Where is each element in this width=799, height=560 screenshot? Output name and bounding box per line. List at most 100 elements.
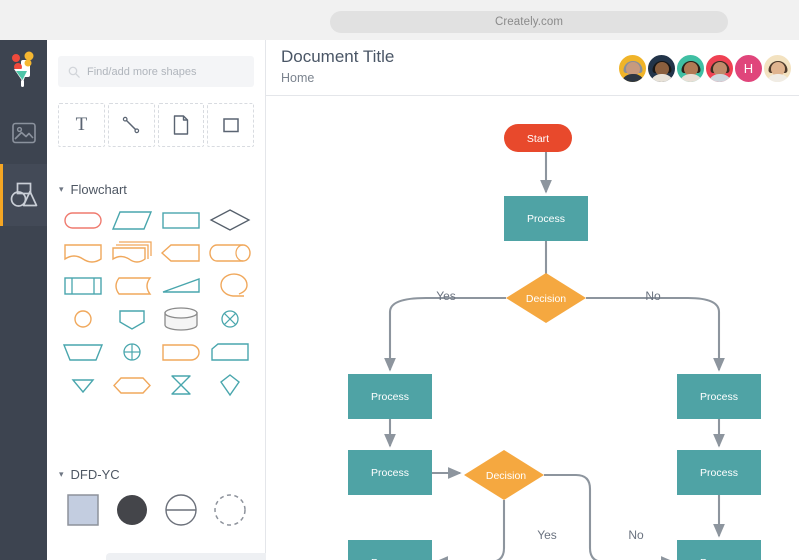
edge-d1-p2-yes <box>384 296 506 372</box>
app-root: Creately.com Find/add more shapes T ▾ Fl… <box>0 0 799 560</box>
edge-label-no-1: No <box>645 289 661 303</box>
note-tool[interactable] <box>157 103 205 147</box>
avatar[interactable] <box>675 52 706 84</box>
search-icon <box>68 66 80 78</box>
shape-dashed-circle[interactable] <box>205 488 254 532</box>
dfd-shape-grid <box>58 488 254 532</box>
shape-card[interactable] <box>205 335 254 368</box>
node-label: Process <box>700 391 738 403</box>
shape-loop-limit-circle[interactable] <box>205 269 254 302</box>
edge-label-yes-1: Yes <box>436 289 456 303</box>
avatar[interactable] <box>762 52 793 84</box>
node-label: Process <box>700 467 738 479</box>
shape-document[interactable] <box>58 236 107 269</box>
chevron-down-icon: ▾ <box>59 468 64 479</box>
browser-chrome: Creately.com <box>0 0 799 40</box>
collaborator-avatars: H <box>617 52 793 84</box>
connectors <box>384 152 725 560</box>
text-tool[interactable]: T <box>58 103 105 147</box>
edge-label-no-2: No <box>628 528 644 542</box>
shape-parallelogram-data[interactable] <box>107 203 156 236</box>
search-input[interactable] <box>87 65 244 78</box>
breadcrumb: Home <box>281 71 315 85</box>
node-process-3[interactable]: Process <box>348 450 432 495</box>
node-process-6[interactable]: Process <box>348 540 432 560</box>
shape-display-diamond[interactable] <box>205 368 254 401</box>
group-title: DFD-YC <box>70 466 120 482</box>
shapes-icon <box>10 182 37 207</box>
shape-multi-document[interactable] <box>107 236 156 269</box>
shape-stored-data[interactable] <box>107 269 156 302</box>
rail-item-shapes[interactable] <box>0 164 47 226</box>
shape-or-junction[interactable] <box>107 335 156 368</box>
url-text: Creately.com <box>494 16 564 28</box>
node-label: Process <box>371 391 409 403</box>
shape-filled-square[interactable] <box>58 488 107 532</box>
shape-extract-down[interactable] <box>107 302 156 335</box>
shape-filled-circle[interactable] <box>107 488 156 532</box>
shape-rectangle-process[interactable] <box>156 203 205 236</box>
document-header: Document Title Home H <box>266 40 799 96</box>
creately-logo-icon <box>11 51 33 87</box>
connector-tool[interactable] <box>107 103 155 147</box>
edge-label-yes-2: Yes <box>537 528 557 542</box>
shape-split-circle[interactable] <box>156 488 205 532</box>
node-process-2[interactable]: Process <box>348 374 432 419</box>
node-label: Process <box>371 467 409 479</box>
chevron-down-icon: ▾ <box>59 183 64 194</box>
diagram-canvas[interactable]: Start Process Decision Process Process D <box>266 96 799 560</box>
group-header-flowchart[interactable]: ▾ Flowchart <box>59 180 254 198</box>
node-label: Start <box>527 133 549 145</box>
shape-database-cylinder[interactable] <box>156 302 205 335</box>
shape-summing-junction[interactable] <box>205 302 254 335</box>
shape-manual-operation[interactable] <box>156 269 205 302</box>
image-icon <box>11 122 36 144</box>
page-title: Document Title <box>281 47 395 66</box>
avatar-initial-text: H <box>743 60 754 76</box>
node-process-7[interactable]: Process <box>677 540 761 560</box>
node-label: Decision <box>526 293 566 305</box>
shape-preparation-left[interactable] <box>156 236 205 269</box>
edge-d2-p7-no <box>544 473 675 560</box>
group-title: Flowchart <box>70 181 127 197</box>
left-icon-rail <box>0 40 47 560</box>
rail-item-logo[interactable] <box>0 40 47 102</box>
group-header-dfd[interactable]: ▾ DFD-YC <box>59 465 254 483</box>
flowchart-shape-grid <box>58 203 254 401</box>
shape-search-box[interactable] <box>58 56 254 87</box>
shape-merge-triangle[interactable] <box>58 368 107 401</box>
quick-tools-row: T <box>58 103 254 147</box>
node-label: Process <box>527 213 565 225</box>
shape-connector-circle[interactable] <box>58 302 107 335</box>
node-process-4[interactable]: Process <box>677 374 761 419</box>
shape-terminator-rounded[interactable] <box>58 203 107 236</box>
avatar[interactable] <box>646 52 677 84</box>
node-process-1[interactable]: Process <box>504 196 588 241</box>
shape-direct-access-storage[interactable] <box>205 236 254 269</box>
avatar[interactable] <box>617 52 648 84</box>
rectangle-icon <box>222 118 239 133</box>
text-tool-icon: T <box>75 114 88 135</box>
rail-item-images[interactable] <box>0 102 47 164</box>
shape-delay-rounded[interactable] <box>156 335 205 368</box>
node-start[interactable]: Start <box>504 124 572 152</box>
shape-manual-input-trapezoid[interactable] <box>58 335 107 368</box>
rectangle-tool[interactable] <box>207 103 254 147</box>
node-decision-1[interactable]: Decision <box>506 273 586 323</box>
note-page-icon <box>173 115 189 135</box>
url-bar[interactable]: Creately.com <box>330 11 728 33</box>
flowchart-svg: Start Process Decision Process Process D <box>348 124 761 560</box>
node-process-5[interactable]: Process <box>677 450 761 495</box>
connector-line-icon <box>122 116 140 134</box>
edge-d2-p6-yes <box>434 500 506 560</box>
shape-diamond-decision[interactable] <box>205 203 254 236</box>
avatar-initial[interactable]: H <box>733 52 764 84</box>
avatar[interactable] <box>704 52 735 84</box>
edge-d1-p4-no <box>586 296 725 372</box>
shape-panel: T ▾ <box>47 40 302 560</box>
node-label: Decision <box>486 470 526 482</box>
shape-sort-hourglass[interactable] <box>156 368 205 401</box>
node-decision-2[interactable]: Decision <box>464 450 544 500</box>
shape-internal-storage[interactable] <box>58 269 107 302</box>
shape-hexagon-preparation[interactable] <box>107 368 156 401</box>
